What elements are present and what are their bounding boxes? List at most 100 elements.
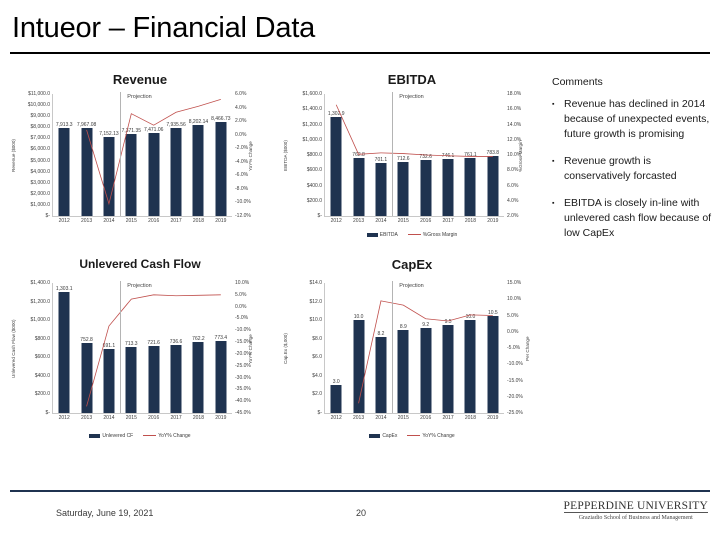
y-axis-label: Unlevered Cash Flow ($000) bbox=[11, 319, 16, 378]
bullet-icon: ▪ bbox=[552, 200, 555, 207]
y2-axis-tick: 16.0% bbox=[507, 106, 522, 113]
y-axis-tick: $12.0 bbox=[309, 298, 322, 305]
x-axis-tick: 2019 bbox=[215, 218, 227, 224]
y-axis-tick: $1,600.0 bbox=[302, 91, 322, 97]
y-axis-tick: $- bbox=[317, 410, 322, 416]
legend-label: EBITDA bbox=[379, 232, 398, 238]
x-axis-tick: 2018 bbox=[192, 218, 204, 224]
comment-item: ▪ Revenue growth is conservatively forca… bbox=[552, 154, 716, 184]
y-axis-tick: $10,000.0 bbox=[27, 102, 50, 109]
chart-title: Revenue bbox=[112, 72, 168, 87]
legend-item[interactable]: Unlevered CF bbox=[89, 433, 133, 439]
comment-text: Revenue growth is conservatively forcast… bbox=[564, 155, 677, 182]
x-axis-tick: 2013 bbox=[353, 218, 365, 224]
legend-item[interactable]: YoY% Change bbox=[407, 433, 455, 439]
chart-title: Unlevered Cash Flow bbox=[79, 257, 201, 271]
y2-axis-label: %Gross Margin bbox=[518, 139, 524, 172]
x-axis-tick: 2012 bbox=[58, 218, 70, 224]
legend-label: %Gross Margin bbox=[422, 232, 458, 238]
y-axis-tick: $6.0 bbox=[312, 354, 322, 361]
y2-axis-tick: 4.0% bbox=[235, 104, 247, 111]
y2-axis-tick: 0.0% bbox=[235, 303, 247, 310]
y2-axis-tick: -10.0% bbox=[235, 199, 251, 206]
x-axis-tick: 2016 bbox=[420, 218, 432, 224]
trend-line bbox=[53, 94, 232, 216]
y-axis-tick: $8,000.0 bbox=[30, 124, 50, 131]
x-axis-tick: 2013 bbox=[81, 415, 93, 421]
x-axis-tick: 2018 bbox=[192, 415, 204, 421]
x-axis-tick: 2016 bbox=[420, 415, 432, 421]
legend-item[interactable]: %Gross Margin bbox=[407, 232, 458, 238]
y-axis-tick: $10.0 bbox=[309, 317, 322, 324]
x-axis-tick: 2018 bbox=[464, 218, 476, 224]
y2-axis-tick: 18.0% bbox=[507, 91, 522, 97]
y2-axis-tick: -10.0% bbox=[235, 327, 251, 334]
projection-divider bbox=[392, 281, 394, 413]
y-axis-tick: $- bbox=[317, 213, 322, 219]
legend-label: CapEx bbox=[382, 433, 398, 439]
x-axis-tick: 2016 bbox=[148, 415, 160, 421]
y2-axis-tick: 5.0% bbox=[507, 312, 519, 319]
x-axis-tick: 2017 bbox=[442, 415, 454, 421]
y-axis-label: EBITDA ($000) bbox=[283, 140, 288, 171]
y2-axis-tick: -35.0% bbox=[235, 386, 251, 393]
y2-axis-label: Per Change bbox=[525, 336, 531, 361]
x-axis-tick: 2016 bbox=[148, 218, 160, 224]
y2-axis-tick: 4.0% bbox=[507, 197, 519, 204]
y2-axis-tick: 15.0% bbox=[507, 280, 522, 286]
x-axis-tick: 2018 bbox=[464, 415, 476, 421]
projection-divider bbox=[120, 281, 122, 413]
comment-text: EBITDA is closely in-line with unlevered… bbox=[564, 197, 712, 239]
y2-axis-tick: 6.0% bbox=[235, 91, 247, 97]
plot-area: $1,400.0 $1,200.0 $1,000.0 $800.0 $600.0 $400… bbox=[31, 280, 251, 421]
projection-label: Projection bbox=[127, 94, 152, 100]
legend-line-icon bbox=[407, 435, 421, 437]
y-axis-tick: $1,400.0 bbox=[302, 106, 322, 113]
y-axis-tick: $2.0 bbox=[312, 391, 322, 398]
y-axis-tick: $5,000.0 bbox=[30, 157, 50, 164]
y2-axis-tick: -15.0% bbox=[507, 377, 523, 384]
comment-item: ▪ Revenue has declined in 2014 because o… bbox=[552, 97, 716, 142]
x-axis-tick: 2015 bbox=[397, 415, 409, 421]
y2-axis-tick: -30.0% bbox=[235, 374, 251, 381]
y-axis-tick: $1,000.0 bbox=[302, 136, 322, 143]
page-title: Intueor – Financial Data bbox=[12, 12, 316, 44]
title-divider bbox=[10, 52, 710, 54]
legend-item[interactable]: CapEx bbox=[369, 433, 397, 439]
y2-axis-tick: -6.0% bbox=[235, 172, 249, 179]
x-axis-tick: 2013 bbox=[353, 415, 365, 421]
y2-axis-label: YoY% Change bbox=[248, 333, 254, 364]
y2-axis-tick: -2.0% bbox=[235, 145, 249, 152]
legend-item[interactable]: EBITDA bbox=[366, 232, 398, 238]
chart-revenue: Revenue $11,000.0 $10,000.0 $9,000.0 $8,000.… bbox=[4, 72, 276, 250]
plot-area: $14.0 $12.0 $10.0 $8.0 $6.0 $4.0 $2.0 $- 15.0% 10… bbox=[309, 280, 522, 421]
legend-swatch-icon bbox=[369, 433, 381, 438]
logo-subtitle: Graziadio School of Business and Managem… bbox=[578, 515, 693, 521]
trend-line bbox=[325, 94, 504, 216]
x-axis-tick: 2019 bbox=[487, 415, 499, 421]
chart-legend: EBITDA %Gross Margin bbox=[276, 232, 548, 238]
y2-axis-tick: 10.0% bbox=[235, 280, 250, 286]
plot-area: $11,000.0 $10,000.0 $9,000.0 $8,000.0 $7,000… bbox=[28, 91, 251, 224]
chart-legend: CapEx YoY% Change bbox=[276, 433, 548, 439]
y-axis-tick: $1,000.0 bbox=[30, 317, 50, 324]
y2-axis-label: YoY% Change bbox=[248, 140, 254, 171]
legend-label: YoY% Change bbox=[422, 433, 455, 439]
projection-label: Projection bbox=[399, 283, 424, 289]
projection-divider bbox=[392, 92, 394, 216]
y2-axis-tick: 0.0% bbox=[507, 328, 519, 335]
x-axis-tick: 2019 bbox=[487, 218, 499, 224]
y-axis-tick: $1,200.0 bbox=[30, 298, 50, 305]
legend-label: Unlevered CF bbox=[102, 433, 134, 439]
legend-item[interactable]: YoY% Change bbox=[143, 433, 191, 439]
legend-label: YoY% Change bbox=[158, 433, 191, 439]
chart-title: EBITDA bbox=[387, 72, 437, 87]
y2-axis-tick: 6.0% bbox=[507, 182, 519, 189]
chart-unlevered-cash-flow: Unlevered Cash Flow $1,400.0 $1,200.0 $1,00… bbox=[4, 257, 276, 455]
y2-axis-tick: -40.0% bbox=[235, 398, 251, 405]
x-axis-tick: 2014 bbox=[103, 218, 115, 224]
y-axis-tick: $200.0 bbox=[306, 197, 322, 204]
y2-axis-tick: -5.0% bbox=[507, 345, 521, 351]
y-axis-tick: $2,000.0 bbox=[30, 190, 50, 197]
footer-page-number: 20 bbox=[356, 508, 367, 518]
